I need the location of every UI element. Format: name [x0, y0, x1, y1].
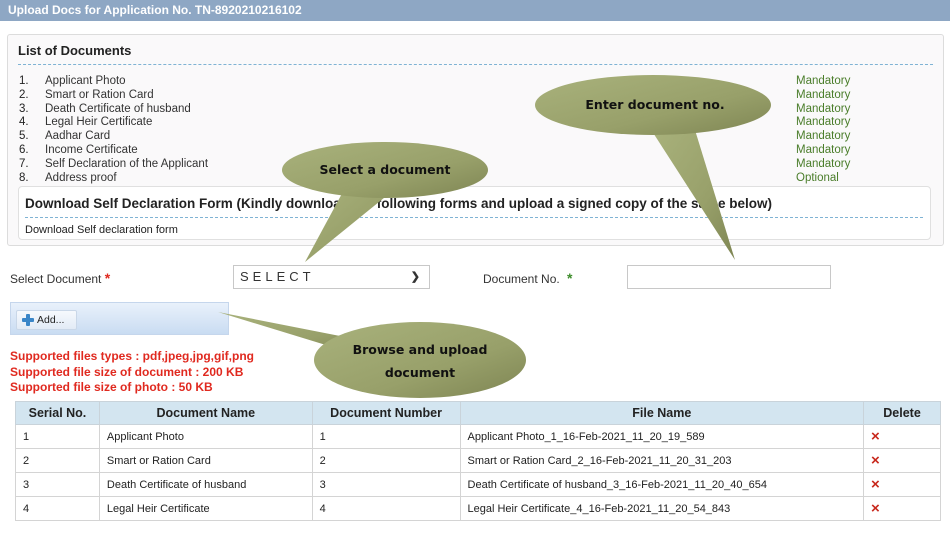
list-item: 3. Death Certificate of husband Mandator…: [19, 103, 919, 117]
cell-document-name: Applicant Photo: [98, 424, 313, 449]
table-header-row: Serial No. Document Name Document Number…: [15, 401, 941, 425]
list-item-number: 4.: [19, 116, 29, 129]
upload-toolbar: Add...: [10, 302, 229, 335]
list-item-name: Income Certificate: [45, 143, 138, 156]
list-item: 6. Income Certificate Mandatory: [19, 144, 919, 158]
self-declaration-divider: [25, 217, 923, 218]
list-of-documents-heading: List of Documents: [18, 43, 132, 58]
cell-file-name: Death Certificate of husband_3_16-Feb-20…: [459, 472, 865, 497]
callout-select-document-text: Select a document: [319, 162, 451, 177]
list-item-number: 6.: [19, 143, 29, 156]
add-file-button[interactable]: Add...: [16, 310, 77, 330]
cell-document-name: Legal Heir Certificate: [98, 496, 313, 521]
download-self-declaration-link[interactable]: Download Self declaration form: [25, 224, 178, 236]
select-document-label: Select Document *: [10, 270, 110, 286]
callout-browse-upload-line1: Browse and upload: [352, 342, 488, 357]
list-item-number: 7.: [19, 157, 29, 170]
list-item-requirement: Mandatory: [796, 116, 851, 129]
list-item-requirement: Mandatory: [796, 157, 851, 170]
select-document-value: SELECT: [240, 269, 315, 284]
callout-enter-document-no-text: Enter document no.: [585, 97, 725, 112]
list-item-requirement: Mandatory: [796, 75, 851, 87]
list-item-name: Smart or Ration Card: [45, 88, 154, 101]
page-title-bar: Upload Docs for Application No. TN-89202…: [0, 0, 950, 21]
column-header-document-number: Document Number: [311, 401, 461, 425]
column-header-serial: Serial No.: [15, 401, 100, 425]
cell-serial: 1: [15, 424, 100, 449]
select-document-dropdown[interactable]: SELECT ❯: [233, 265, 430, 289]
list-item-number: 2.: [19, 88, 29, 101]
list-item: 1. Applicant Photo Mandatory: [19, 75, 919, 89]
supported-document-size: Supported file size of document : 200 KB: [10, 364, 244, 379]
cell-file-name: Applicant Photo_1_16-Feb-2021_11_20_19_5…: [459, 424, 865, 449]
callout-browse-upload-line2: document: [384, 365, 456, 380]
column-header-document-name: Document Name: [98, 401, 313, 425]
cell-file-name: Legal Heir Certificate_4_16-Feb-2021_11_…: [459, 496, 865, 521]
cell-document-number: 1: [311, 424, 461, 449]
delete-icon[interactable]: ×: [871, 428, 880, 445]
list-item-requirement: Mandatory: [796, 102, 851, 115]
table-row: 3 Death Certificate of husband 3 Death C…: [15, 472, 941, 497]
delete-icon[interactable]: ×: [871, 500, 880, 517]
delete-icon[interactable]: ×: [871, 452, 880, 469]
uploaded-documents-table: Serial No. Document Name Document Number…: [15, 401, 941, 521]
column-header-file-name: File Name: [459, 401, 865, 425]
cell-document-number: 4: [311, 496, 461, 521]
cell-document-number: 3: [311, 472, 461, 497]
heading-divider: [18, 64, 933, 65]
list-item: 5. Aadhar Card Mandatory: [19, 130, 919, 144]
list-item-name: Legal Heir Certificate: [45, 116, 153, 129]
cell-document-name: Smart or Ration Card: [98, 448, 313, 473]
cell-serial: 3: [15, 472, 100, 497]
self-declaration-box: Download Self Declaration Form (Kindly d…: [18, 186, 931, 240]
supported-file-types: Supported files types : pdf,jpeg,jpg,gif…: [10, 349, 254, 363]
cell-serial: 2: [15, 448, 100, 473]
list-item: 2. Smart or Ration Card Mandatory: [19, 89, 919, 103]
list-item-name: Aadhar Card: [45, 130, 111, 143]
list-item-number: 1.: [19, 75, 29, 87]
required-star: *: [104, 270, 111, 286]
list-item-requirement: Mandatory: [796, 143, 851, 156]
cell-document-name: Death Certificate of husband: [98, 472, 313, 497]
document-no-label-text: Document No.: [483, 272, 560, 286]
list-item-name: Address proof: [45, 171, 117, 184]
supported-files-info: Supported files types : pdf,jpeg,jpg,gif…: [10, 349, 254, 396]
column-header-delete: Delete: [863, 401, 941, 425]
supported-photo-size: Supported file size of photo : 50 KB: [10, 380, 213, 394]
list-item-name: Death Certificate of husband: [45, 102, 191, 115]
add-button-label: Add...: [37, 314, 65, 326]
page-title: Upload Docs for Application No. TN-89202…: [8, 3, 302, 17]
list-item-requirement: Mandatory: [796, 88, 851, 101]
required-star: *: [567, 270, 573, 286]
list-item-requirement: Optional: [796, 171, 839, 184]
cell-document-number: 2: [311, 448, 461, 473]
document-no-input[interactable]: [627, 265, 831, 289]
table-row: 4 Legal Heir Certificate 4 Legal Heir Ce…: [15, 496, 941, 521]
self-declaration-heading: Download Self Declaration Form (Kindly d…: [25, 196, 773, 211]
list-of-documents-panel: List of Documents 1. Applicant Photo Man…: [7, 34, 944, 246]
list-item-requirement: Mandatory: [796, 130, 851, 143]
table-row: 2 Smart or Ration Card 2 Smart or Ration…: [15, 448, 941, 473]
list-item-number: 3.: [19, 102, 29, 115]
table-row: 1 Applicant Photo 1 Applicant Photo_1_16…: [15, 424, 941, 449]
cell-file-name: Smart or Ration Card_2_16-Feb-2021_11_20…: [459, 448, 865, 473]
cell-serial: 4: [15, 496, 100, 521]
plus-icon: [22, 314, 34, 326]
list-item-number: 5.: [19, 130, 29, 143]
list-item-name: Applicant Photo: [45, 75, 126, 87]
chevron-down-icon: ❯: [410, 271, 420, 283]
document-no-label: Document No. *: [483, 270, 573, 286]
list-item-name: Self Declaration of the Applicant: [45, 157, 209, 170]
list-item-number: 8.: [19, 171, 29, 184]
delete-icon[interactable]: ×: [871, 476, 880, 493]
list-item: 4. Legal Heir Certificate Mandatory: [19, 116, 919, 130]
select-document-label-text: Select Document: [10, 272, 102, 286]
